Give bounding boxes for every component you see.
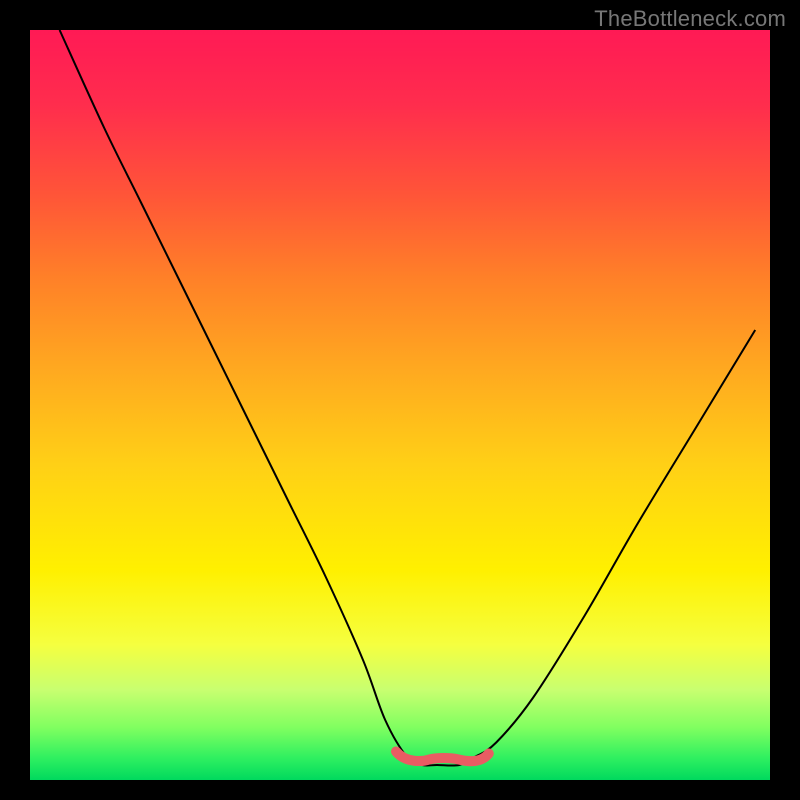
flat-bottom-marker (396, 752, 489, 762)
plot-area (30, 30, 770, 780)
chart-frame: TheBottleneck.com (0, 0, 800, 800)
watermark-text: TheBottleneck.com (594, 6, 786, 32)
bottleneck-curve (30, 30, 770, 780)
curve-line (60, 30, 756, 766)
